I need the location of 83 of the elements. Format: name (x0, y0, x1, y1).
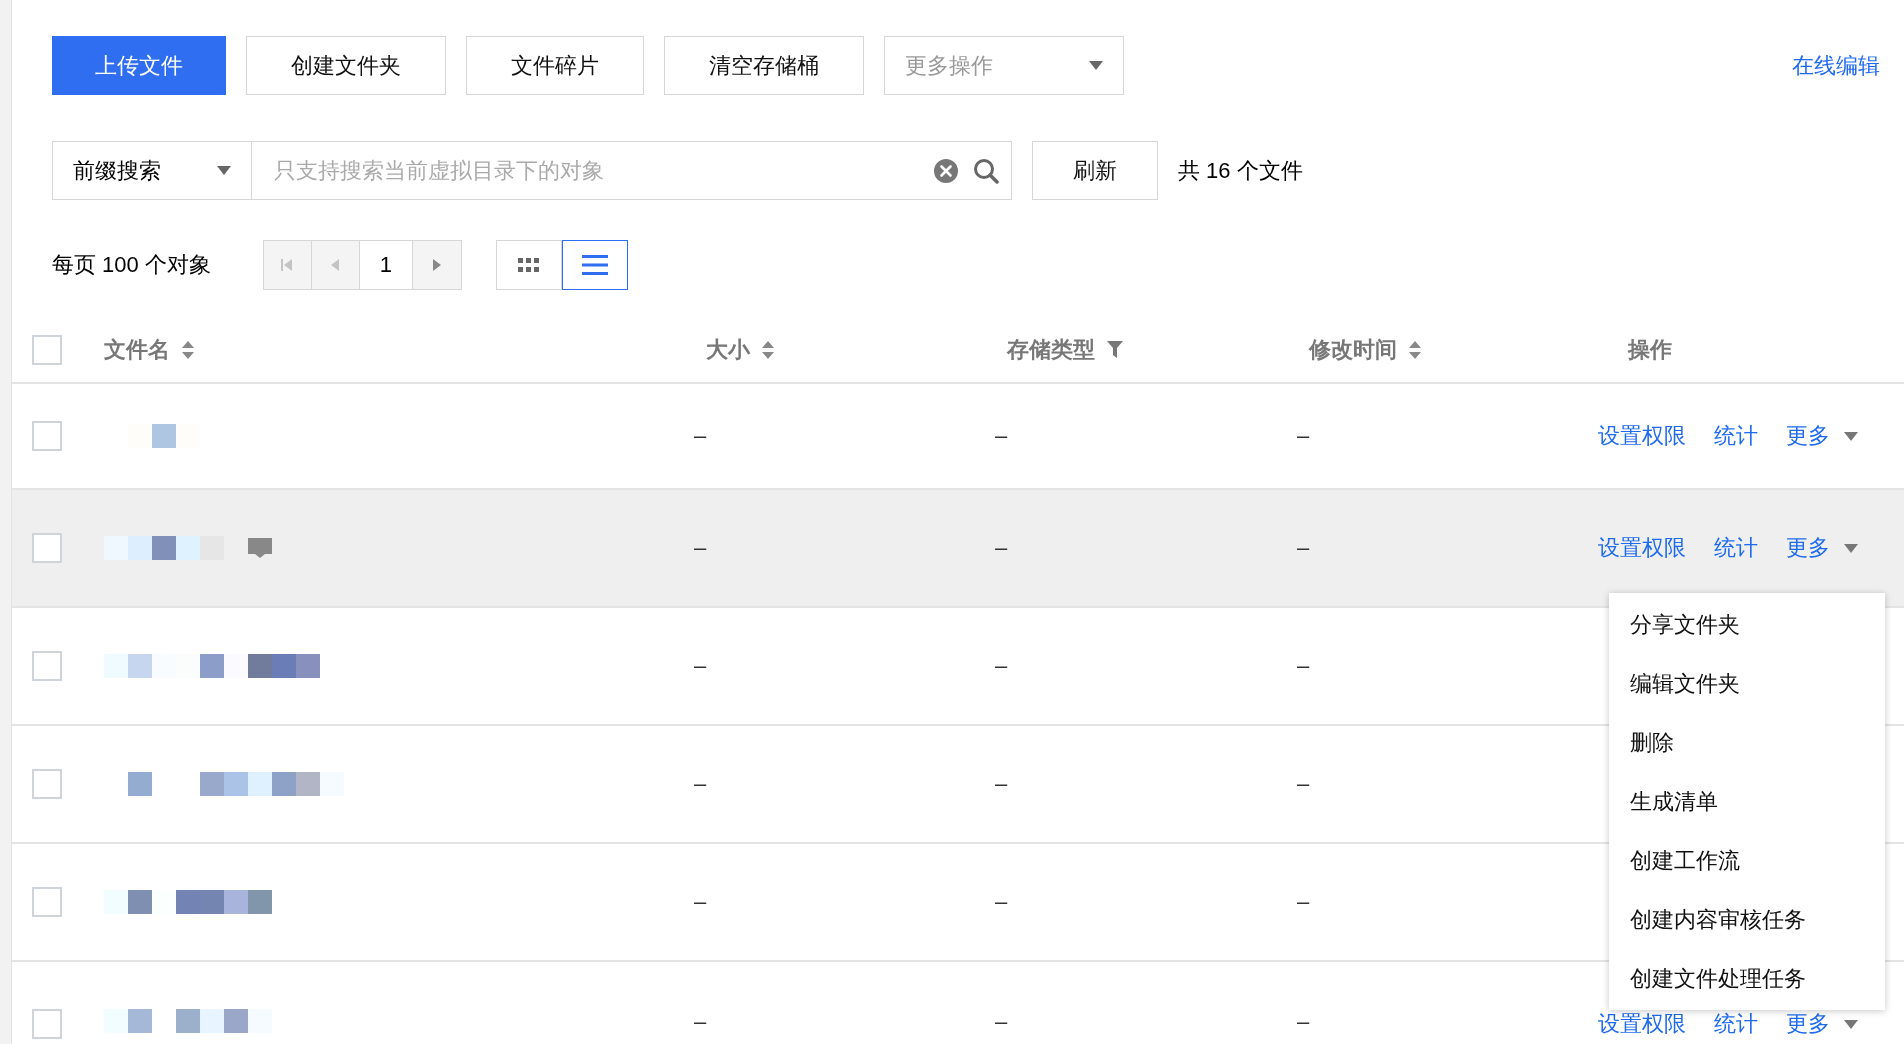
empty-value: – (1297, 771, 1310, 796)
select-value: 前缀搜索 (73, 156, 161, 185)
search-field[interactable]: 只支持搜索当前虚拟目录下的对象 (272, 156, 919, 185)
more-dropdown[interactable]: 更多 (1786, 421, 1858, 451)
action-link[interactable]: 设置权限 (1598, 533, 1686, 563)
empty-value: – (1297, 889, 1310, 914)
empty-value: – (694, 771, 707, 796)
dropdown-caret-icon (1089, 61, 1103, 70)
caret-icon (1844, 543, 1858, 553)
row-checkbox[interactable] (32, 421, 62, 451)
menu-item[interactable]: 编辑文件夹 (1609, 654, 1885, 713)
empty-value: – (694, 653, 707, 678)
column-header: 文件名 (104, 336, 170, 364)
empty-value: – (995, 535, 1008, 560)
grid-view-icon (517, 258, 540, 272)
column-header: 操作 (1628, 336, 1672, 364)
empty-value: – (995, 653, 1008, 678)
table-row[interactable]: – – – (12, 384, 1598, 488)
grid-view-button[interactable] (495, 240, 562, 290)
toolbar-button[interactable]: 文件碎片 (466, 36, 644, 95)
select-value: 更多操作 (905, 51, 993, 80)
empty-value: – (995, 423, 1008, 448)
menu-item[interactable]: 创建文件处理任务 (1609, 949, 1885, 1008)
empty-value: – (694, 1009, 707, 1034)
empty-value: – (1297, 423, 1310, 448)
empty-value: – (1297, 653, 1310, 678)
select-all-checkbox[interactable] (32, 335, 62, 365)
search-mode-select[interactable]: 前缀搜索 (52, 141, 252, 200)
row-checkbox[interactable] (32, 651, 62, 681)
empty-value: – (995, 1009, 1008, 1034)
empty-value: – (1297, 1009, 1310, 1034)
first-page-icon (280, 257, 295, 273)
action-link[interactable]: 统计 (1714, 421, 1758, 451)
action-link[interactable]: 统计 (1714, 1009, 1758, 1039)
toolbar-button[interactable]: 创建文件夹 (246, 36, 446, 95)
row-checkbox[interactable] (32, 769, 62, 799)
search-box[interactable]: 只支持搜索当前虚拟目录下的对象 (252, 141, 1012, 200)
refresh-button[interactable]: 刷新 (1032, 141, 1158, 200)
action-link[interactable]: 统计 (1714, 533, 1758, 563)
column-header: 存储类型 (1007, 336, 1095, 364)
toolbar-button[interactable]: 清空存储桶 (664, 36, 864, 95)
menu-item[interactable]: 生成清单 (1609, 772, 1885, 831)
empty-value: – (1297, 535, 1310, 560)
sort-icon (1409, 341, 1421, 359)
tag-icon (248, 538, 272, 558)
editor-link[interactable]: 在线编辑 (1792, 50, 1880, 81)
empty-value: – (694, 423, 707, 448)
search-icon (973, 157, 999, 184)
more-dropdown[interactable]: 更多 (1786, 533, 1858, 563)
menu-item[interactable]: 创建内容审核任务 (1609, 890, 1885, 949)
next-page-button[interactable] (412, 241, 461, 289)
clear-icon (933, 157, 959, 184)
toolbar-button[interactable]: 上传文件 (52, 36, 226, 95)
empty-value: – (694, 535, 707, 560)
dropdown-caret-icon (217, 166, 231, 175)
list-view-icon (581, 255, 608, 275)
empty-value: – (995, 889, 1008, 914)
table-row[interactable]: – – – (12, 608, 1598, 724)
row-checkbox[interactable] (32, 1009, 62, 1039)
column-header: 大小 (706, 336, 750, 364)
list-view-button[interactable] (561, 240, 628, 290)
menu-item[interactable]: 分享文件夹 (1609, 595, 1885, 654)
empty-value: – (995, 771, 1008, 796)
page-size-label: 每页 100 个对象 (52, 251, 211, 279)
column-header: 修改时间 (1309, 336, 1397, 364)
more-dropdown[interactable]: 更多 (1786, 1009, 1858, 1039)
menu-item[interactable]: 创建工作流 (1609, 831, 1885, 890)
menu-item[interactable]: 删除 (1609, 713, 1885, 772)
table-row[interactable]: – – – (12, 962, 1598, 1044)
caret-icon (1844, 431, 1858, 441)
sort-icon (182, 341, 194, 359)
table-row[interactable]: – – – (12, 726, 1598, 842)
filter-icon (1107, 341, 1123, 359)
caret-icon (1844, 1019, 1858, 1029)
file-count: 共 16 个文件 (1178, 156, 1303, 185)
table-row[interactable]: – – – (12, 844, 1598, 960)
row-checkbox[interactable] (32, 533, 62, 563)
highlighted-row[interactable]: – – – (12, 490, 1598, 606)
action-link[interactable]: 设置权限 (1598, 1009, 1686, 1039)
sort-icon (762, 341, 774, 359)
empty-value: – (694, 889, 707, 914)
action-link[interactable]: 设置权限 (1598, 421, 1686, 451)
row-checkbox[interactable] (32, 887, 62, 917)
